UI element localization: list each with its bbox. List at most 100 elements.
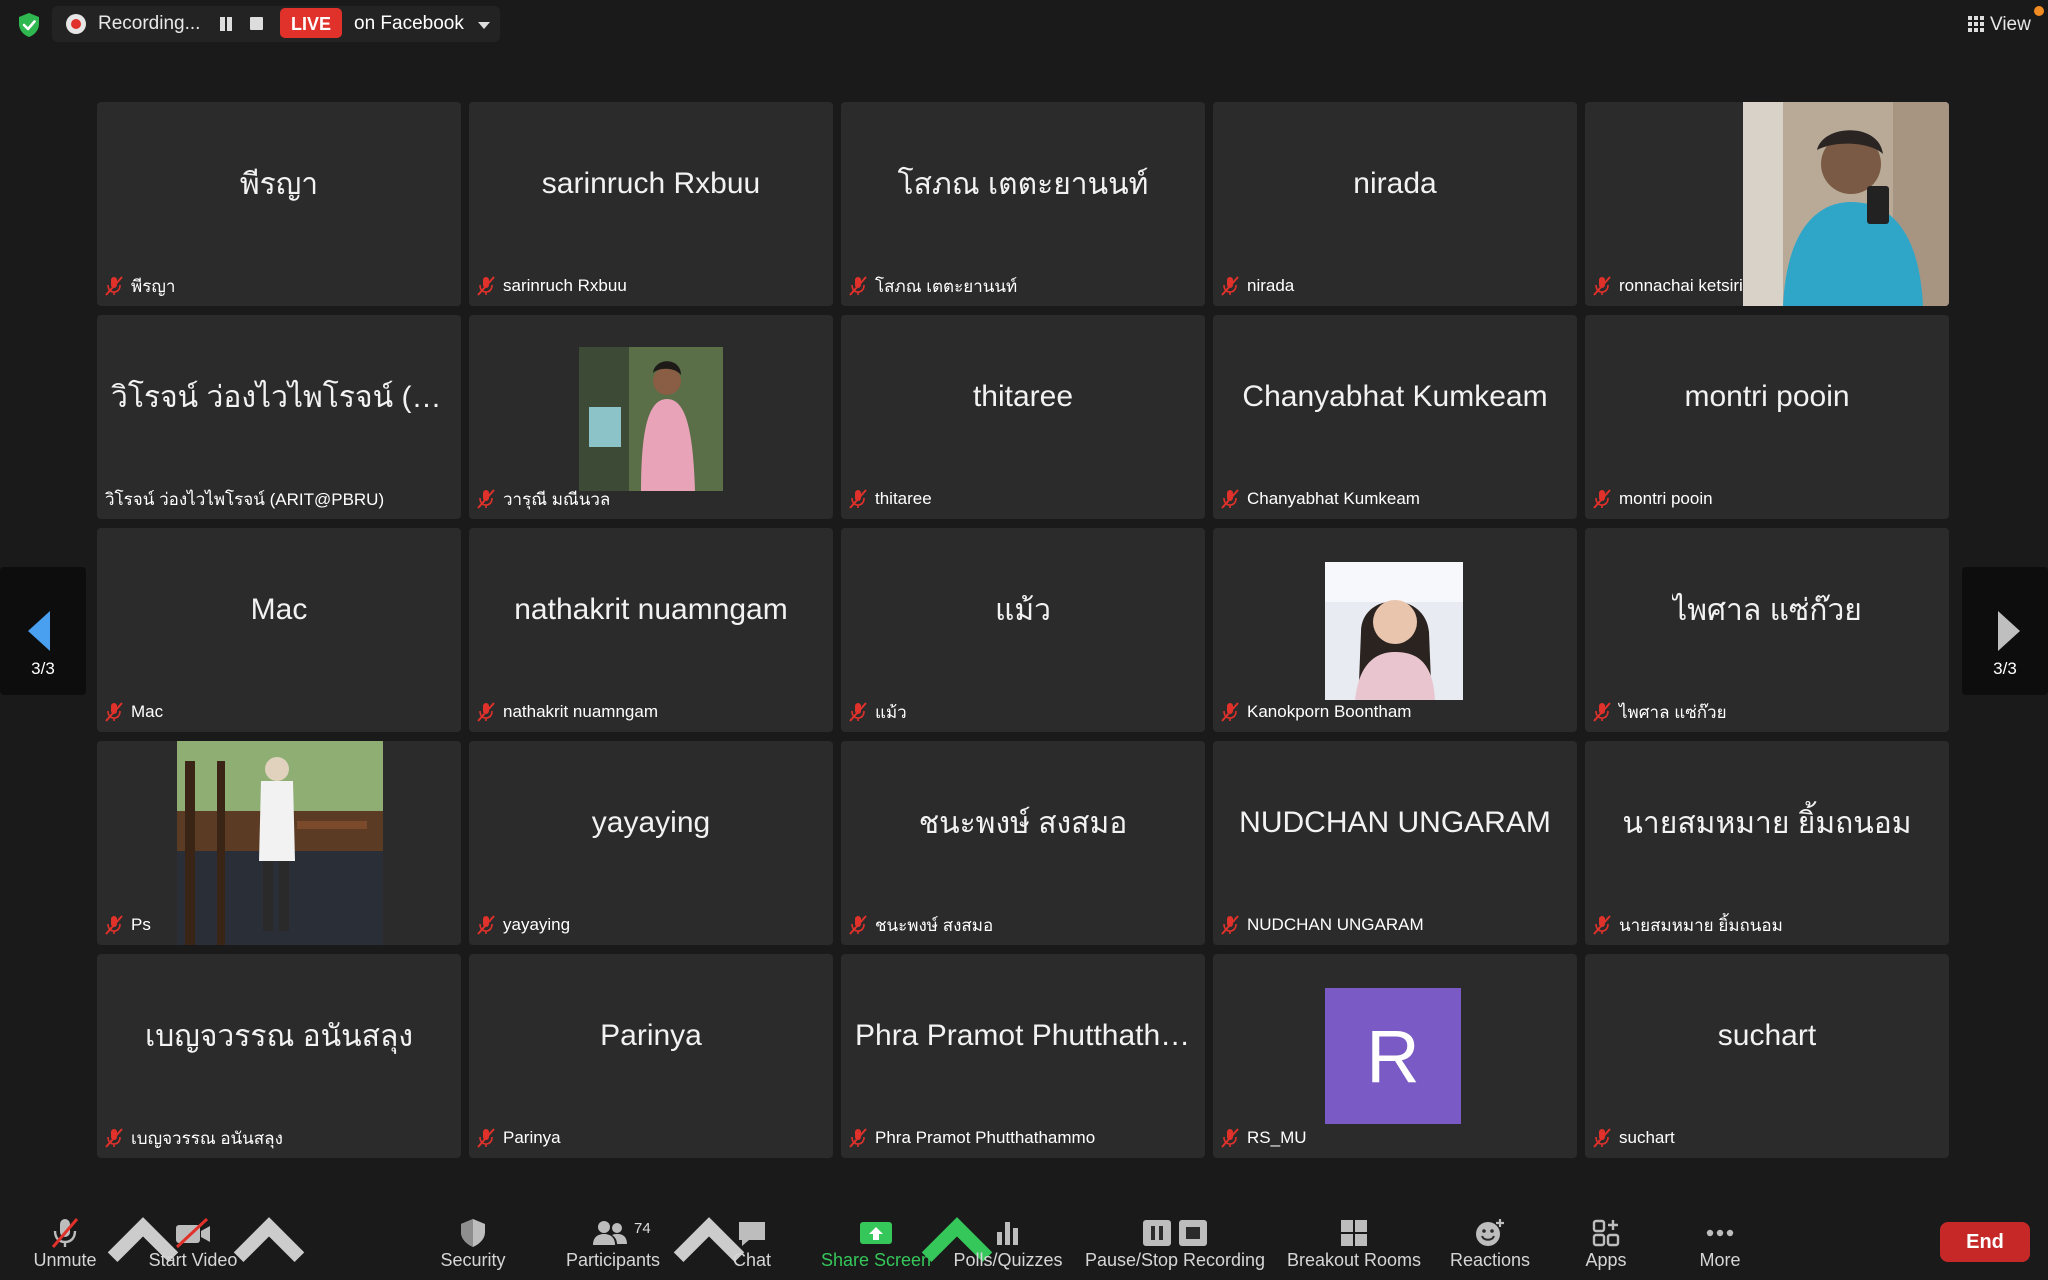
participant-display-name-text: Phra Pramot Phutthatha... — [855, 1019, 1191, 1052]
participant-name-text: nirada — [1247, 276, 1295, 295]
participant-tile[interactable]: ronnachai ketsiri — [1585, 102, 1949, 306]
reactions-button[interactable]: Reactions — [1440, 1204, 1540, 1280]
page-indicator-right: 3/3 — [1993, 659, 2017, 678]
chat-button[interactable]: Chat — [712, 1204, 792, 1280]
muted-microphone-icon — [477, 276, 495, 296]
participant-tile[interactable]: NUDCHAN UNGARAM NUDCHAN UNGARAM — [1213, 741, 1577, 945]
participant-tile[interactable]: นายสมหมาย ยิ้มถนอม นายสมหมาย ยิ้มถนอม — [1585, 741, 1949, 945]
participant-tile[interactable]: Parinya Parinya — [469, 954, 833, 1158]
previous-page-button[interactable]: 3/3 — [0, 567, 86, 695]
participant-name-label: yayaying — [477, 913, 570, 937]
participant-name-label: วารุณี มณีนวล — [477, 487, 610, 511]
share-screen-label: Share Screen — [820, 1250, 932, 1270]
pause-stop-recording-button[interactable]: Pause/Stop Recording — [1080, 1204, 1270, 1280]
participant-display-name-text: NUDCHAN UNGARAM — [1239, 806, 1551, 839]
more-button[interactable]: More — [1680, 1204, 1760, 1280]
security-button[interactable]: Security — [428, 1204, 518, 1280]
participant-name-label: suchart — [1593, 1126, 1675, 1150]
participant-tile[interactable]: Chanyabhat Kumkeam Chanyabhat Kumkeam — [1213, 315, 1577, 519]
breakout-rooms-button[interactable]: Breakout Rooms — [1284, 1204, 1424, 1280]
participant-display-name-text: นายสมหมาย ยิ้มถนอม — [1622, 806, 1912, 840]
next-page-button[interactable]: 3/3 — [1962, 567, 2048, 695]
participant-tile[interactable]: R RS_MU — [1213, 954, 1577, 1158]
participant-name-text: thitaree — [875, 489, 932, 508]
participant-display-name-text: sarinruch Rxbuu — [541, 167, 761, 200]
participant-tile[interactable]: thitaree thitaree — [841, 315, 1205, 519]
participant-name-label: Kanokporn Boontham — [1221, 700, 1411, 724]
participant-display-name-text: แม้ว — [995, 593, 1051, 627]
participant-tile[interactable]: sarinruch Rxbuu sarinruch Rxbuu — [469, 102, 833, 306]
participant-tile[interactable]: montri pooin montri pooin — [1585, 315, 1949, 519]
participant-tile[interactable]: เบญจวรรณ อนันสลุง เบญจวรรณ อนันสลุง — [97, 954, 461, 1158]
participant-tile[interactable]: วารุณี มณีนวล — [469, 315, 833, 519]
muted-microphone-icon — [1221, 915, 1239, 935]
participant-name-text: nathakrit nuamngam — [503, 702, 658, 721]
participant-tile[interactable]: suchart suchart — [1585, 954, 1949, 1158]
avatar: R — [1325, 988, 1461, 1124]
muted-microphone-icon — [849, 1128, 867, 1148]
breakout-rooms-grid-icon — [1341, 1220, 1367, 1246]
participant-display-name: Phra Pramot Phutthatha... — [841, 954, 1205, 1118]
live-badge: LIVE — [280, 8, 342, 38]
participant-display-name: พีรญา — [97, 102, 461, 266]
participant-display-name: suchart — [1585, 954, 1949, 1118]
security-label: Security — [440, 1250, 506, 1270]
end-meeting-button[interactable]: End — [1940, 1222, 2030, 1262]
participant-tile[interactable]: โสภณ เตตะยานนท์ โสภณ เตตะยานนท์ — [841, 102, 1205, 306]
polls-quizzes-button[interactable]: Polls/Quizzes — [948, 1204, 1068, 1280]
participant-tile[interactable]: ชนะพงษ์ สงสมอ ชนะพงษ์ สงสมอ — [841, 741, 1205, 945]
participant-name-text: sarinruch Rxbuu — [503, 276, 627, 295]
arrow-left-icon — [28, 611, 50, 651]
muted-microphone-icon — [105, 702, 123, 722]
apps-button[interactable]: Apps — [1566, 1204, 1646, 1280]
pause-recording-button[interactable] — [218, 16, 234, 32]
muted-microphone-icon — [1221, 276, 1239, 296]
participant-tile[interactable]: ไพศาล แซ่ก๊วย ไพศาล แซ่ก๊วย — [1585, 528, 1949, 732]
participant-tile[interactable]: nirada nirada — [1213, 102, 1577, 306]
encryption-shield-icon[interactable] — [16, 12, 42, 38]
participant-name-label: montri pooin — [1593, 487, 1713, 511]
muted-microphone-icon — [105, 1128, 123, 1148]
apps-label: Apps — [1585, 1250, 1627, 1270]
participants-label: Participants — [565, 1250, 661, 1270]
muted-microphone-icon — [849, 276, 867, 296]
meeting-top-bar: Recording... LIVE on Facebook View — [0, 0, 2048, 50]
view-button[interactable]: View — [1964, 12, 2040, 38]
participants-button[interactable]: 74 Participants — [556, 1204, 670, 1280]
participant-tile[interactable]: Ps — [97, 741, 461, 945]
participant-tile[interactable]: Kanokporn Boontham — [1213, 528, 1577, 732]
participant-tile[interactable]: พีรญา พีรญา — [97, 102, 461, 306]
participant-tile[interactable]: yayaying yayaying — [469, 741, 833, 945]
muted-microphone-icon — [477, 1128, 495, 1148]
participant-display-name-text: nathakrit nuamngam — [514, 593, 788, 626]
participant-tile[interactable]: Mac Mac — [97, 528, 461, 732]
participant-video-frame — [1743, 102, 1949, 306]
participant-display-name: sarinruch Rxbuu — [469, 102, 833, 266]
muted-microphone-icon — [1593, 1128, 1611, 1148]
participant-tile[interactable]: Phra Pramot Phutthatha... Phra Pramot Phu… — [841, 954, 1205, 1158]
participant-name-label: โสภณ เตตะยานนท์ — [849, 274, 1017, 298]
participant-display-name: วิโรจน์ ว่องไวไพโรจน์ (AR... — [97, 315, 461, 479]
muted-microphone-icon — [1593, 489, 1611, 509]
recording-status-pill: Recording... LIVE on Facebook — [52, 6, 500, 42]
participant-tile[interactable]: แม้ว แม้ว — [841, 528, 1205, 732]
participant-name-text: montri pooin — [1619, 489, 1713, 508]
chevron-down-icon[interactable] — [478, 22, 490, 29]
participant-name-label: วิโรจน์ ว่องไวไพโรจน์ (ARIT@PBRU) — [105, 487, 384, 511]
apps-icon — [1592, 1219, 1620, 1247]
participant-tile[interactable]: nathakrit nuamngam nathakrit nuamngam — [469, 528, 833, 732]
share-screen-button[interactable]: Share Screen — [816, 1204, 936, 1280]
participant-name-label: พีรญา — [105, 274, 175, 298]
live-destination-label[interactable]: on Facebook — [354, 13, 464, 35]
participant-display-name-text: Parinya — [600, 1019, 702, 1052]
participant-name-label: thitaree — [849, 487, 932, 511]
unmute-button[interactable]: Unmute — [20, 1204, 110, 1280]
video-options-chevron-icon[interactable] — [231, 1204, 307, 1280]
participant-name-text: RS_MU — [1247, 1128, 1307, 1147]
participant-name-label: Chanyabhat Kumkeam — [1221, 487, 1420, 511]
participant-name-text: แม้ว — [875, 702, 907, 722]
participant-name-text: NUDCHAN UNGARAM — [1247, 915, 1424, 934]
stop-recording-button[interactable] — [250, 17, 263, 30]
grid-view-icon — [1968, 16, 1984, 32]
participant-tile[interactable]: วิโรจน์ ว่องไวไพโรจน์ (AR... วิโรจน์ ว่อง… — [97, 315, 461, 519]
